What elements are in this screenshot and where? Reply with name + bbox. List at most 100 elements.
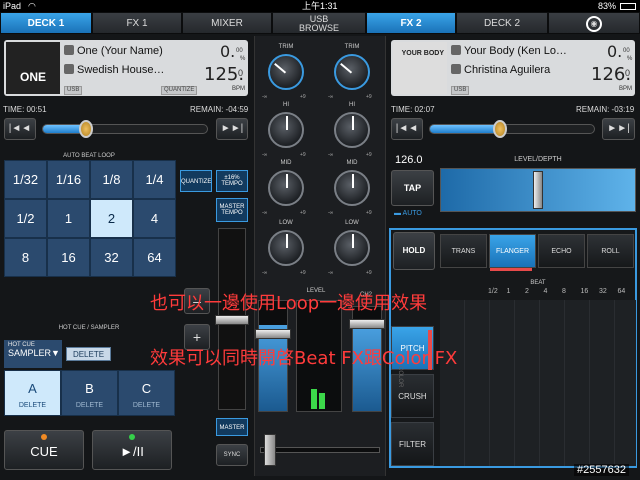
sync-button[interactable]: SYNC (216, 444, 248, 466)
hot-cue-mode-select[interactable]: HOT CUE SAMPLER▼ (4, 340, 62, 368)
tab-deck1[interactable]: DECK 1 (0, 12, 92, 34)
deck2-album-art: YOUR BODY (393, 42, 447, 94)
beat-label[interactable]: 64 (618, 288, 626, 295)
ch2-trim-knob[interactable] (334, 54, 370, 90)
ch1-fader-cap[interactable] (255, 329, 291, 339)
clock: 上午1:31 (302, 1, 338, 11)
ch2-mid-min: -∞ (328, 210, 334, 216)
loop-cell[interactable]: 1/8 (90, 160, 133, 199)
fx2-effect-flanger-button[interactable]: FLANGER (489, 234, 536, 268)
deck1-seekbar[interactable] (42, 120, 208, 138)
crossfader-track[interactable] (260, 447, 380, 453)
hot-cue-pad-c[interactable]: C DELETE (118, 370, 175, 416)
pad-c-label: C (141, 381, 152, 396)
beat-label[interactable]: 2 (525, 288, 529, 295)
ch1-hi-label: HI (283, 102, 289, 108)
tab-fx2[interactable]: FX 2 (366, 12, 456, 34)
tempo-range-sub: TEMPO (221, 181, 243, 187)
pad-b-label: B (85, 381, 94, 396)
ch2-low-knob[interactable] (334, 230, 370, 266)
deck1-next-button[interactable]: ►►| (216, 118, 248, 140)
beat-label[interactable]: 1 (507, 288, 511, 295)
deck2-next-button[interactable]: ►►| (602, 118, 635, 140)
loop-cell[interactable]: 8 (4, 238, 47, 277)
ch2-hi-label: HI (349, 102, 355, 108)
fx2-filter-button[interactable]: FILTER (391, 422, 434, 466)
beat-label[interactable]: 4 (544, 288, 548, 295)
cue-indicator-light (41, 434, 47, 440)
fx2-effect-trans-button[interactable]: TRANS (440, 234, 487, 268)
deck1-pitch-cap[interactable] (215, 315, 249, 325)
ch2-fader-cap[interactable] (349, 319, 385, 329)
beat-label[interactable]: 8 (562, 288, 566, 295)
deck2-time: TIME: 02:07 (391, 105, 435, 114)
loop-cell[interactable]: 1/32 (4, 160, 47, 199)
ch1-mid-knob[interactable] (268, 170, 304, 206)
beat-label[interactable]: 1/2 (488, 288, 498, 295)
tab-mixer[interactable]: MIXER (182, 12, 272, 34)
music-note-icon (64, 45, 74, 55)
tempo-range-button[interactable]: ±16% TEMPO (216, 170, 248, 192)
hot-cue-delete-button[interactable]: DELETE (66, 347, 111, 361)
cue-button[interactable]: CUE (4, 430, 84, 470)
deck1-title-text: One (Your Name) (77, 45, 163, 57)
ch2-mid-knob[interactable] (334, 170, 370, 206)
master-tempo-sub: TEMPO (221, 210, 243, 216)
deck2-seek-thumb[interactable] (492, 120, 507, 138)
deck2-usb-tag: USB (451, 86, 470, 95)
knob-indicator (286, 234, 288, 248)
tab-deck2[interactable]: DECK 2 (456, 12, 548, 34)
fx2-level-depth-slider[interactable] (440, 168, 636, 212)
fx2-hold-button[interactable]: HOLD (393, 232, 435, 270)
fx2-xy-pad[interactable] (440, 300, 636, 466)
ch2-mid-max: +9 (366, 210, 372, 216)
tab-fx1[interactable]: FX 1 (92, 12, 182, 34)
deck1-album-art: ONE (6, 42, 60, 94)
fx2-effect-echo-button[interactable]: ECHO (538, 234, 585, 268)
pad-c-sub: DELETE (132, 402, 161, 409)
ch1-low-label: LOW (279, 220, 293, 226)
play-pause-button[interactable]: ►/II (92, 430, 172, 470)
knob-indicator (340, 62, 353, 74)
deck1-track-info[interactable]: ONE One (Your Name) Swedish House… USB Q… (4, 40, 248, 96)
tab-link[interactable]: ◉ (548, 12, 640, 34)
crossfader-cap[interactable] (264, 434, 276, 466)
skip-back-icon: |◄◄ (8, 123, 32, 134)
knob-indicator (352, 174, 354, 188)
hot-cue-pad-b[interactable]: B DELETE (61, 370, 118, 416)
deck1-seek-thumb[interactable] (79, 120, 94, 138)
ch1-low-knob[interactable] (268, 230, 304, 266)
loop-cell[interactable]: 2 (90, 199, 133, 238)
deck2-seekbar[interactable] (429, 120, 595, 138)
beat-label[interactable]: 32 (599, 288, 607, 295)
hot-cue-pad-a[interactable]: A DELETE (4, 370, 61, 416)
loop-cell[interactable]: 1/4 (133, 160, 176, 199)
master-button[interactable]: MASTER (216, 418, 248, 436)
wifi-icon: ◠ (28, 1, 36, 11)
deck1-pitch-fader[interactable] (215, 228, 249, 410)
ch2-hi-knob[interactable] (334, 112, 370, 148)
watermark: #2557632 (574, 464, 629, 476)
fx2-effect-roll-button[interactable]: ROLL (587, 234, 634, 268)
master-tempo-button[interactable]: MASTER TEMPO (216, 198, 248, 222)
deck1-prev-button[interactable]: |◄◄ (4, 118, 36, 140)
ch1-hi-knob[interactable] (268, 112, 304, 148)
loop-cell[interactable]: 1/2 (4, 199, 47, 238)
loop-cell[interactable]: 1/16 (47, 160, 90, 199)
loop-cell[interactable]: 64 (133, 238, 176, 277)
deck2-track-info[interactable]: YOUR BODY Your Body (Ken Lo… Christina A… (391, 40, 635, 96)
ch1-trim-knob[interactable] (268, 54, 304, 90)
deck2-prev-button[interactable]: |◄◄ (391, 118, 423, 140)
tab-usb-browse[interactable]: USB BROWSE (272, 12, 366, 34)
fx2-tap-button[interactable]: TAP (391, 170, 434, 206)
level-depth-thumb[interactable] (533, 171, 543, 209)
battery-icon (620, 3, 636, 10)
battery-percent: 83% (598, 1, 617, 11)
ch2-trim-max: +9 (366, 94, 372, 100)
loop-cell[interactable]: 4 (133, 199, 176, 238)
loop-cell[interactable]: 32 (90, 238, 133, 277)
loop-cell[interactable]: 16 (47, 238, 90, 277)
loop-cell[interactable]: 1 (47, 199, 90, 238)
quantize-button[interactable]: QUANTIZE (180, 170, 212, 192)
beat-label[interactable]: 16 (581, 288, 589, 295)
